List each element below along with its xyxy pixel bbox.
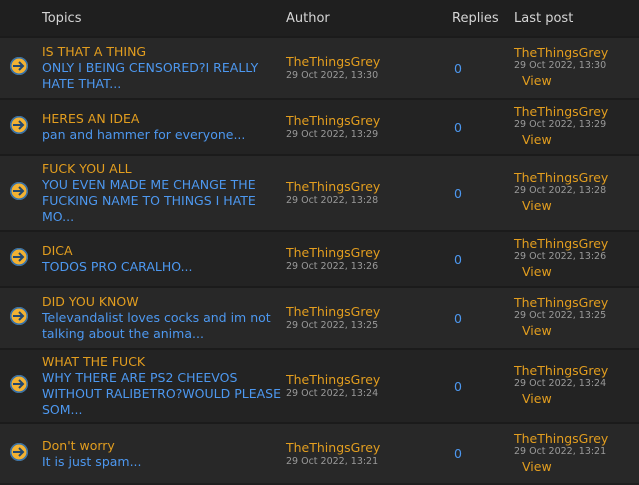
replies-count[interactable]: 0	[450, 37, 512, 99]
post-date: 29 Oct 2022, 13:26	[286, 261, 379, 272]
table-row: FUCK YOU ALL YOU EVEN MADE ME CHANGE THE…	[0, 155, 639, 231]
topic-preview-link[interactable]: YOU EVEN MADE ME CHANGE THE FUCKING NAME…	[42, 177, 282, 225]
post-date: 29 Oct 2022, 13:24	[286, 388, 379, 399]
last-post-cell: TheThingsGrey 29 Oct 2022, 13:28 View	[512, 155, 639, 231]
last-post-author-link[interactable]: TheThingsGrey	[514, 105, 637, 119]
topic-cell: HERES AN IDEA pan and hammer for everyon…	[40, 99, 284, 155]
table-header: Topics Author Replies Last post	[0, 0, 639, 37]
replies-count[interactable]: 0	[450, 99, 512, 155]
topic-cell: IS THAT A THING ONLY I BEING CENSORED?I …	[40, 37, 284, 99]
last-post-date: 29 Oct 2022, 13:30	[514, 60, 607, 71]
author-cell: TheThingsGrey 29 Oct 2022, 13:21	[284, 423, 450, 483]
view-link[interactable]: View	[514, 263, 637, 281]
view-link[interactable]: View	[514, 131, 637, 149]
author-link[interactable]: TheThingsGrey	[286, 304, 448, 320]
table-row: HERES AN IDEA pan and hammer for everyon…	[0, 99, 639, 155]
table-row: Don't worry It is just spam... TheThings…	[0, 423, 639, 483]
last-post-author-link[interactable]: TheThingsGrey	[514, 237, 637, 251]
last-post-date: 29 Oct 2022, 13:26	[514, 251, 607, 262]
arrow-right-circle-icon	[10, 375, 28, 393]
last-post-date: 29 Oct 2022, 13:28	[514, 185, 607, 196]
topic-title-link[interactable]: FUCK YOU ALL	[42, 161, 282, 177]
last-post-cell: TheThingsGrey 29 Oct 2022, 13:30 View	[512, 37, 639, 99]
last-post-cell: TheThingsGrey 29 Oct 2022, 13:26 View	[512, 231, 639, 287]
arrow-right-circle-icon	[10, 248, 28, 266]
replies-count[interactable]: 0	[450, 155, 512, 231]
author-cell: TheThingsGrey 29 Oct 2022, 13:30	[284, 37, 450, 99]
header-replies: Replies	[452, 10, 499, 26]
view-link[interactable]: View	[514, 458, 637, 476]
last-post-cell: TheThingsGrey 29 Oct 2022, 13:21 View	[512, 423, 639, 483]
author-link[interactable]: TheThingsGrey	[286, 372, 448, 388]
view-link[interactable]: View	[514, 197, 637, 215]
author-cell: TheThingsGrey 29 Oct 2022, 13:24	[284, 349, 450, 423]
topic-title-link[interactable]: WHAT THE FUCK	[42, 354, 282, 370]
view-link[interactable]: View	[514, 72, 637, 90]
author-link[interactable]: TheThingsGrey	[286, 54, 448, 70]
topic-preview-link[interactable]: WHY THERE ARE PS2 CHEEVOS WITHOUT RALIBE…	[42, 370, 282, 418]
last-post-date: 29 Oct 2022, 13:29	[514, 119, 607, 130]
post-date: 29 Oct 2022, 13:29	[286, 129, 379, 140]
topic-title-link[interactable]: DID YOU KNOW	[42, 294, 282, 310]
topic-title-link[interactable]: HERES AN IDEA	[42, 111, 282, 127]
last-post-author-link[interactable]: TheThingsGrey	[514, 171, 637, 185]
last-post-date: 29 Oct 2022, 13:24	[514, 378, 607, 389]
topic-title-link[interactable]: IS THAT A THING	[42, 44, 282, 60]
replies-count[interactable]: 0	[450, 423, 512, 483]
author-link[interactable]: TheThingsGrey	[286, 245, 448, 261]
arrow-right-circle-icon	[10, 307, 28, 325]
topic-preview-link[interactable]: It is just spam...	[42, 454, 282, 470]
author-cell: TheThingsGrey 29 Oct 2022, 13:29	[284, 99, 450, 155]
header-author: Author	[286, 10, 330, 26]
last-post-author-link[interactable]: TheThingsGrey	[514, 431, 637, 446]
topic-cell: DID YOU KNOW Televandalist loves cocks a…	[40, 287, 284, 349]
arrow-right-circle-icon	[10, 57, 28, 75]
topic-title-link[interactable]: DICA	[42, 243, 282, 259]
last-post-cell: TheThingsGrey 29 Oct 2022, 13:24 View	[512, 349, 639, 423]
last-post-author-link[interactable]: TheThingsGrey	[514, 46, 637, 60]
replies-count[interactable]: 0	[450, 349, 512, 423]
header-last-post: Last post	[514, 10, 574, 26]
topic-cell: WHAT THE FUCK WHY THERE ARE PS2 CHEEVOS …	[40, 349, 284, 423]
replies-count[interactable]: 0	[450, 287, 512, 349]
author-link[interactable]: TheThingsGrey	[286, 179, 448, 195]
post-date: 29 Oct 2022, 13:21	[286, 455, 379, 467]
arrow-right-circle-icon	[10, 442, 28, 461]
post-date: 29 Oct 2022, 13:28	[286, 195, 379, 206]
author-link[interactable]: TheThingsGrey	[286, 113, 448, 129]
view-link[interactable]: View	[514, 390, 637, 408]
topic-cell: FUCK YOU ALL YOU EVEN MADE ME CHANGE THE…	[40, 155, 284, 231]
table-row: WHAT THE FUCK WHY THERE ARE PS2 CHEEVOS …	[0, 349, 639, 423]
header-topics: Topics	[42, 10, 82, 26]
topic-cell: DICA TODOS PRO CARALHO...	[40, 231, 284, 287]
last-post-cell: TheThingsGrey 29 Oct 2022, 13:29 View	[512, 99, 639, 155]
topic-preview-link[interactable]: Televandalist loves cocks and im not tal…	[42, 310, 282, 342]
topics-table: Topics Author Replies Last post IS THAT …	[0, 0, 639, 483]
last-post-date: 29 Oct 2022, 13:21	[514, 445, 607, 457]
author-cell: TheThingsGrey 29 Oct 2022, 13:26	[284, 231, 450, 287]
post-date: 29 Oct 2022, 13:30	[286, 70, 379, 81]
last-post-cell: TheThingsGrey 29 Oct 2022, 13:25 View	[512, 287, 639, 349]
author-cell: TheThingsGrey 29 Oct 2022, 13:28	[284, 155, 450, 231]
arrow-right-circle-icon	[10, 182, 28, 200]
topic-preview-link[interactable]: TODOS PRO CARALHO...	[42, 259, 282, 275]
header-icon-spacer	[0, 0, 40, 37]
replies-count[interactable]: 0	[450, 231, 512, 287]
post-date: 29 Oct 2022, 13:25	[286, 320, 379, 331]
topic-title-link[interactable]: Don't worry	[42, 438, 282, 454]
topic-preview-link[interactable]: ONLY I BEING CENSORED?I REALLY HATE THAT…	[42, 60, 282, 92]
topic-cell: Don't worry It is just spam...	[40, 423, 284, 483]
topic-preview-link[interactable]: pan and hammer for everyone...	[42, 127, 282, 143]
last-post-author-link[interactable]: TheThingsGrey	[514, 364, 637, 378]
view-link[interactable]: View	[514, 322, 637, 340]
table-row: DID YOU KNOW Televandalist loves cocks a…	[0, 287, 639, 349]
last-post-date: 29 Oct 2022, 13:25	[514, 310, 607, 321]
arrow-right-circle-icon	[10, 116, 28, 134]
author-link[interactable]: TheThingsGrey	[286, 440, 448, 456]
table-row: IS THAT A THING ONLY I BEING CENSORED?I …	[0, 37, 639, 99]
last-post-author-link[interactable]: TheThingsGrey	[514, 296, 637, 310]
table-row: DICA TODOS PRO CARALHO... TheThingsGrey …	[0, 231, 639, 287]
author-cell: TheThingsGrey 29 Oct 2022, 13:25	[284, 287, 450, 349]
